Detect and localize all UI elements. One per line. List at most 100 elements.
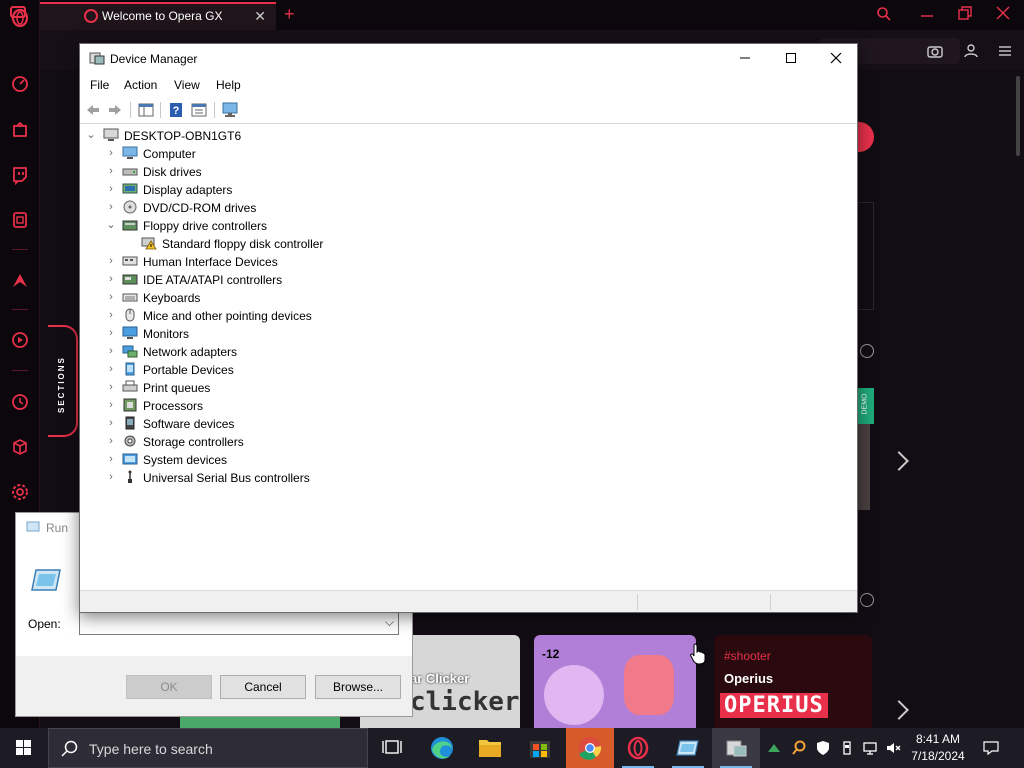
gx-mod-icon[interactable] (10, 270, 30, 290)
browser-minimize-button[interactable] (920, 6, 934, 23)
task-view-button[interactable] (368, 728, 416, 768)
chevron-right-icon[interactable]: › (105, 326, 117, 340)
taskbar-app-device-manager[interactable] (712, 728, 760, 768)
close-button[interactable] (813, 44, 859, 74)
smiley-icon[interactable] (860, 593, 874, 607)
start-button[interactable] (0, 728, 48, 768)
tree-category-item[interactable]: › Mice and other pointing devices (81, 307, 856, 325)
sections-tab[interactable]: SECTIONS (48, 325, 78, 437)
chevron-down-icon[interactable]: ⌵ (385, 615, 394, 630)
tree-category-item[interactable]: › Display adapters (81, 181, 856, 199)
network-icon[interactable] (862, 740, 878, 756)
tree-category-item[interactable]: › IDE ATA/ATAPI controllers (81, 271, 856, 289)
chevron-right-icon[interactable] (889, 700, 909, 720)
profile-icon[interactable] (964, 44, 978, 61)
tree-category-item[interactable]: › System devices (81, 451, 856, 469)
taskbar-search-box[interactable]: Type here to search (48, 728, 368, 768)
snapshot-camera-icon[interactable] (927, 44, 943, 61)
history-icon[interactable] (10, 392, 30, 412)
easy-setup-icon[interactable] (998, 44, 1012, 61)
chevron-right-icon[interactable]: › (105, 254, 117, 268)
defender-shield-icon[interactable] (815, 740, 831, 756)
tree-category-item[interactable]: › Software devices (81, 415, 856, 433)
tree-category-item[interactable]: › DVD/CD-ROM drives (81, 199, 856, 217)
cancel-button[interactable]: Cancel (220, 675, 306, 699)
player-icon[interactable] (10, 210, 30, 230)
chevron-right-icon[interactable]: › (105, 146, 117, 160)
tree-category-item[interactable]: › Network adapters (81, 343, 856, 361)
maximize-button[interactable] (768, 44, 814, 74)
browse-button[interactable]: Browse... (315, 675, 401, 699)
back-arrow-icon[interactable] (85, 102, 101, 118)
ok-button[interactable]: OK (126, 675, 212, 699)
tree-category-item[interactable]: › Universal Serial Bus controllers (81, 469, 856, 487)
open-combobox[interactable]: ⌵ (79, 612, 399, 635)
chevron-right-icon[interactable]: › (105, 308, 117, 322)
chevron-right-icon[interactable]: › (105, 398, 117, 412)
video-icon[interactable] (10, 330, 30, 350)
gx-corner-icon[interactable] (10, 120, 30, 140)
browser-restore-button[interactable] (958, 6, 972, 23)
tree-category-item[interactable]: › Print queues (81, 379, 856, 397)
chevron-right-icon[interactable]: › (105, 362, 117, 376)
game-thumbnail[interactable] (858, 424, 870, 510)
minimize-button[interactable] (722, 44, 768, 74)
cube-icon[interactable] (10, 437, 30, 457)
usb-device-icon[interactable] (839, 740, 855, 756)
forward-arrow-icon[interactable] (107, 102, 123, 118)
chevron-right-icon[interactable]: › (105, 272, 117, 286)
tree-category-item[interactable]: › Computer (81, 145, 856, 163)
game-card[interactable]: -12 (534, 635, 696, 728)
tray-search-app-icon[interactable] (791, 740, 807, 756)
taskbar-app-chrome[interactable] (566, 728, 614, 768)
tree-category-item[interactable]: › Keyboards (81, 289, 856, 307)
clock-time[interactable]: 8:41 AM (904, 732, 972, 746)
properties-icon[interactable] (191, 102, 207, 118)
chevron-right-icon[interactable]: › (105, 416, 117, 430)
chevron-right-icon[interactable] (889, 451, 909, 471)
chevron-right-icon[interactable]: › (105, 452, 117, 466)
title-bar[interactable]: Device Manager (80, 44, 857, 74)
chevron-right-icon[interactable]: › (105, 470, 117, 484)
game-card[interactable]: #shooter Operius OPERIUS (714, 635, 872, 728)
taskbar-app-store[interactable] (516, 728, 564, 768)
help-icon[interactable]: ? (168, 102, 184, 118)
show-hide-console-tree-icon[interactable] (138, 102, 154, 118)
chevron-down-icon[interactable]: ⌄ (105, 218, 117, 232)
chevron-right-icon[interactable]: › (105, 434, 117, 448)
browser-search-icon[interactable] (876, 6, 892, 25)
tab-close-icon[interactable]: ✕ (254, 8, 266, 25)
tree-category-item[interactable]: › Processors (81, 397, 856, 415)
taskbar-app-file-explorer[interactable] (466, 728, 514, 768)
taskbar-app-run[interactable] (664, 728, 712, 768)
chevron-right-icon[interactable]: › (105, 380, 117, 394)
taskbar-app-edge[interactable] (418, 728, 466, 768)
tree-category-item[interactable]: › Monitors (81, 325, 856, 343)
scan-hardware-icon[interactable] (222, 102, 238, 118)
taskbar-app-opera[interactable] (614, 728, 662, 768)
notifications-icon[interactable] (983, 740, 999, 756)
menu-file[interactable]: File (90, 78, 109, 92)
settings-gear-icon[interactable] (10, 482, 30, 502)
tree-root-computer[interactable]: ⌄ DESKTOP-OBN1GT6 (81, 127, 856, 145)
tree-category-item[interactable]: › Storage controllers (81, 433, 856, 451)
menu-action[interactable]: Action (124, 78, 157, 92)
chevron-right-icon[interactable]: › (105, 344, 117, 358)
new-tab-button[interactable]: + (284, 4, 295, 25)
chevron-down-icon[interactable]: ⌄ (85, 128, 97, 142)
gx-control-icon[interactable] (10, 6, 26, 18)
clock-date[interactable]: 7/18/2024 (904, 749, 972, 763)
page-scrollbar[interactable] (1016, 76, 1020, 156)
chevron-right-icon[interactable]: › (105, 290, 117, 304)
browser-close-button[interactable] (996, 6, 1010, 23)
tray-network-app-icon[interactable] (766, 740, 782, 756)
tree-category-item[interactable]: › Disk drives (81, 163, 856, 181)
chevron-right-icon[interactable]: › (105, 200, 117, 214)
menu-view[interactable]: View (174, 78, 200, 92)
tree-category-item[interactable]: › Human Interface Devices (81, 253, 856, 271)
chevron-right-icon[interactable]: › (105, 182, 117, 196)
tree-child-item[interactable]: Standard floppy disk controller (81, 235, 856, 253)
menu-help[interactable]: Help (216, 78, 241, 92)
notification-bubble[interactable] (858, 122, 874, 152)
smiley-icon[interactable] (860, 344, 874, 358)
